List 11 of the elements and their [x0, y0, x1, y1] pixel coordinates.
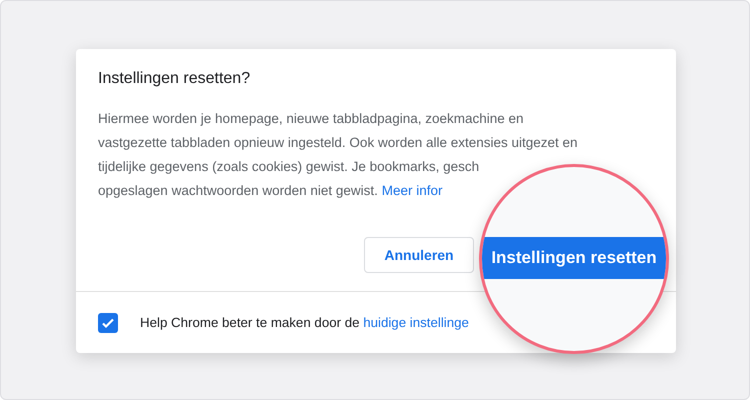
- dialog-title: Instellingen resetten?: [98, 69, 252, 89]
- body-text-line: Hiermee worden je homepage, nieuwe tabbladpagina, zoekmachine en: [98, 110, 525, 128]
- body-text-line: vastgezette tabbladen opnieuw ingesteld. Ook worden alle extensies uitgezet en: [98, 134, 579, 152]
- checkbox[interactable]: [98, 312, 118, 332]
- current-settings-link[interactable]: huidige instellinge: [363, 314, 469, 330]
- cancel-button[interactable]: Annuleren: [364, 237, 474, 273]
- learn-more-link[interactable]: Meer infor: [382, 183, 442, 198]
- body-text-line: tijdelijke gegevens (zoals cookies) gewist. Je bookmarks, gesch: [98, 158, 480, 176]
- reset-settings-button[interactable]: Instellingen resetten: [482, 237, 666, 279]
- checkbox-label: Help Chrome beter te maken door de huidige instellinge: [140, 314, 469, 332]
- checkmark-icon: [101, 316, 115, 330]
